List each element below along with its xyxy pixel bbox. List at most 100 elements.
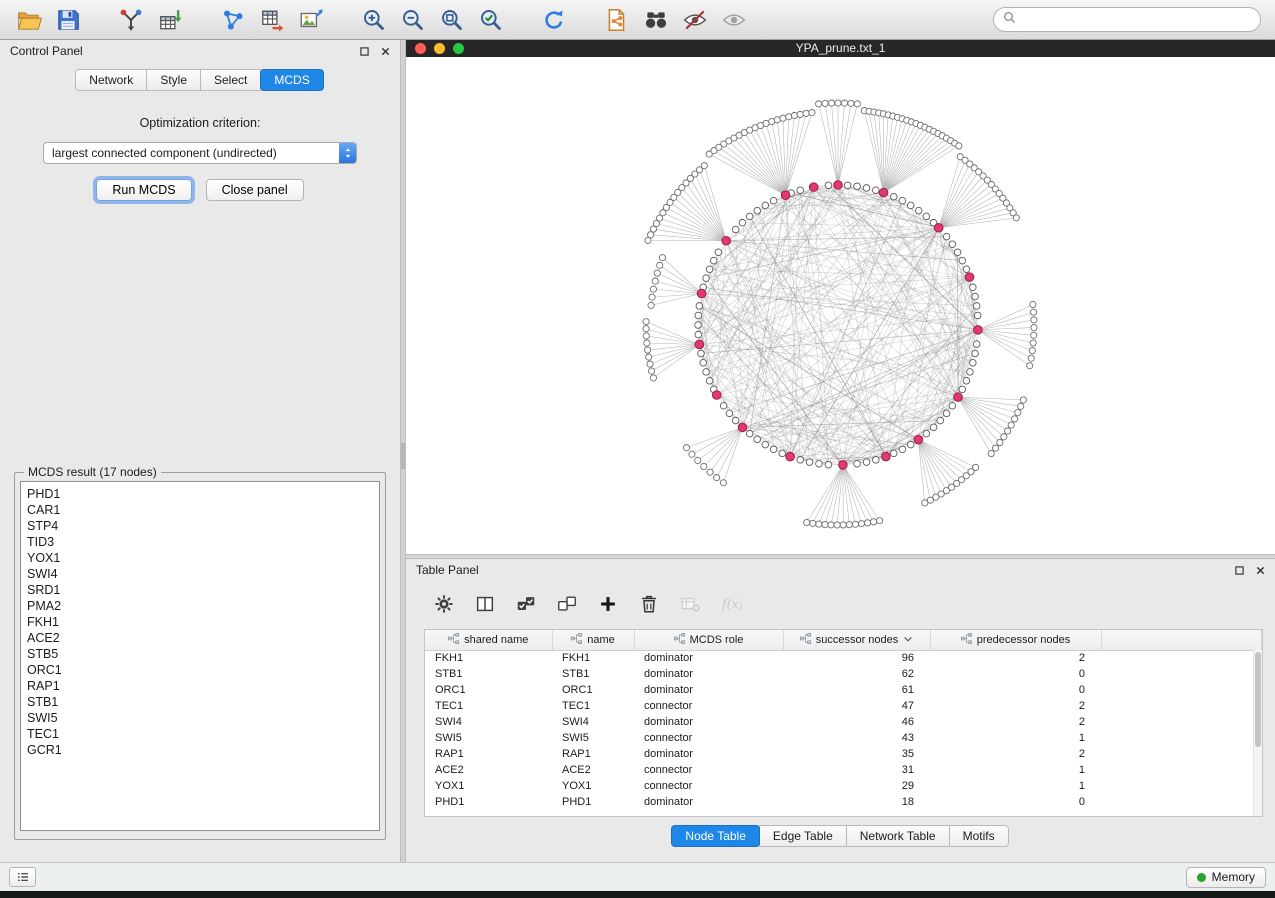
network-canvas[interactable] [406,57,1275,559]
mcds-result-item[interactable]: SRD1 [27,582,373,598]
float-panel-icon[interactable] [360,47,369,56]
mcds-result-item[interactable]: STP4 [27,518,373,534]
column-header-shared-name[interactable]: shared name [425,630,552,650]
table-row[interactable]: RAP1RAP1dominator352 [425,746,1262,762]
find-icon[interactable] [641,5,671,35]
mcds-result-item[interactable]: ORC1 [27,662,373,678]
memory-button[interactable]: Memory [1186,867,1266,888]
column-header-predecessor-nodes[interactable]: predecessor nodes [930,630,1101,650]
mcds-result-item[interactable]: STB5 [27,646,373,662]
close-panel-button[interactable]: Close panel [206,179,304,201]
control-panel-tabs: NetworkStyleSelectMCDS [0,62,400,96]
run-mcds-button[interactable]: Run MCDS [96,179,191,201]
cell-successor-nodes: 35 [783,746,930,762]
panel-splitter[interactable] [400,40,406,862]
network-window-title: YPA_prune.txt_1 [406,40,1275,57]
share-network-icon[interactable] [602,5,632,35]
graphics-details-icon[interactable] [680,5,710,35]
mcds-result-item[interactable]: CAR1 [27,502,373,518]
tab-select[interactable]: Select [200,69,261,91]
table-options-icon[interactable] [432,592,456,616]
table-row[interactable]: PHD1PHD1dominator180 [425,794,1262,810]
cell-filler [1101,682,1262,698]
table-row[interactable]: ORC1ORC1dominator610 [425,682,1262,698]
minimize-traffic-light-icon[interactable] [434,43,445,54]
tab-style[interactable]: Style [146,69,201,91]
table-row[interactable]: SWI4SWI4dominator462 [425,714,1262,730]
table-row[interactable]: TEC1TEC1connector472 [425,698,1262,714]
table-row[interactable]: FKH1FKH1dominator962 [425,650,1262,666]
mcds-result-item[interactable]: PMA2 [27,598,373,614]
tab-network[interactable]: Network [75,69,147,91]
deselect-all-icon[interactable] [555,592,579,616]
network-graph[interactable] [406,57,1275,554]
add-icon[interactable] [596,592,620,616]
column-header-name[interactable]: name [552,630,634,650]
cell-name: STB1 [552,666,634,682]
table-tab-edge-table[interactable]: Edge Table [759,825,847,847]
mcds-result-item[interactable]: YOX1 [27,550,373,566]
search-icon [1003,11,1016,29]
cell-shared-name: YOX1 [425,778,552,794]
mcds-result-item[interactable]: RAP1 [27,678,373,694]
mcds-result-item[interactable]: ACE2 [27,630,373,646]
table-row[interactable]: YOX1YOX1connector291 [425,778,1262,794]
search-box[interactable] [993,7,1261,32]
chevron-down-icon[interactable] [903,634,913,646]
control-panel-titlebar: Control Panel [0,40,400,62]
column-header-successor-nodes[interactable]: successor nodes [783,630,930,650]
import-network-icon[interactable] [116,5,146,35]
column-type-icon [674,633,685,647]
table-row[interactable]: ACE2ACE2connector311 [425,762,1262,778]
close-panel-icon[interactable] [381,47,390,56]
mcds-result-item[interactable]: GCR1 [27,742,373,758]
cell-filler [1101,698,1262,714]
mcds-result-item[interactable]: TID3 [27,534,373,550]
mcds-result-item[interactable]: SWI4 [27,566,373,582]
open-file-icon[interactable] [14,5,44,35]
cell-shared-name: PHD1 [425,794,552,810]
table-row[interactable]: SWI5SWI5connector431 [425,730,1262,746]
import-table-icon[interactable] [155,5,185,35]
table-row[interactable]: STB1STB1dominator620 [425,666,1262,682]
mcds-result-item[interactable]: PHD1 [27,486,373,502]
float-table-panel-icon[interactable] [1235,566,1244,575]
show-columns-icon[interactable] [473,592,497,616]
save-session-icon[interactable] [53,5,83,35]
column-header-mcds-role[interactable]: MCDS role [634,630,783,650]
zoom-traffic-light-icon[interactable] [453,43,464,54]
table-scrollbar-thumb[interactable] [1255,652,1261,747]
mcds-result-item[interactable]: FKH1 [27,614,373,630]
close-table-panel-icon[interactable] [1256,566,1265,575]
panel-menu-button[interactable] [9,867,36,887]
traffic-lights [415,43,464,54]
column-type-icon [961,633,972,647]
table-scrollbar[interactable] [1253,650,1262,816]
cell-filler [1101,730,1262,746]
zoom-fit-icon[interactable] [437,5,467,35]
main-toolbar [0,0,1275,40]
zoom-selected-icon[interactable] [476,5,506,35]
mcds-result-item[interactable]: SWI5 [27,710,373,726]
table-tab-motifs[interactable]: Motifs [949,825,1009,847]
criterion-dropdown[interactable]: largest connected component (undirected) [43,142,357,164]
search-input[interactable] [1022,13,1251,27]
mcds-result-item[interactable]: TEC1 [27,726,373,742]
mcds-result-title: MCDS result (17 nodes) [24,465,161,479]
table-tab-node-table[interactable]: Node Table [671,825,760,847]
delete-icon[interactable] [637,592,661,616]
table-tab-network-table[interactable]: Network Table [846,825,950,847]
zoom-out-icon[interactable] [398,5,428,35]
close-traffic-light-icon[interactable] [415,43,426,54]
mcds-result-list[interactable]: PHD1CAR1STP4TID3YOX1SWI4SRD1PMA2FKH1ACE2… [20,481,380,831]
export-image-icon[interactable] [296,5,326,35]
show-hide-icon[interactable] [719,5,749,35]
mcds-result-item[interactable]: STB1 [27,694,373,710]
apply-layout-icon[interactable] [539,5,569,35]
zoom-in-icon[interactable] [359,5,389,35]
tab-mcds[interactable]: MCDS [260,69,323,91]
select-all-icon[interactable] [514,592,538,616]
export-network-icon[interactable] [218,5,248,35]
table-panel-titlebar: Table Panel [406,559,1275,581]
export-table-icon[interactable] [257,5,287,35]
